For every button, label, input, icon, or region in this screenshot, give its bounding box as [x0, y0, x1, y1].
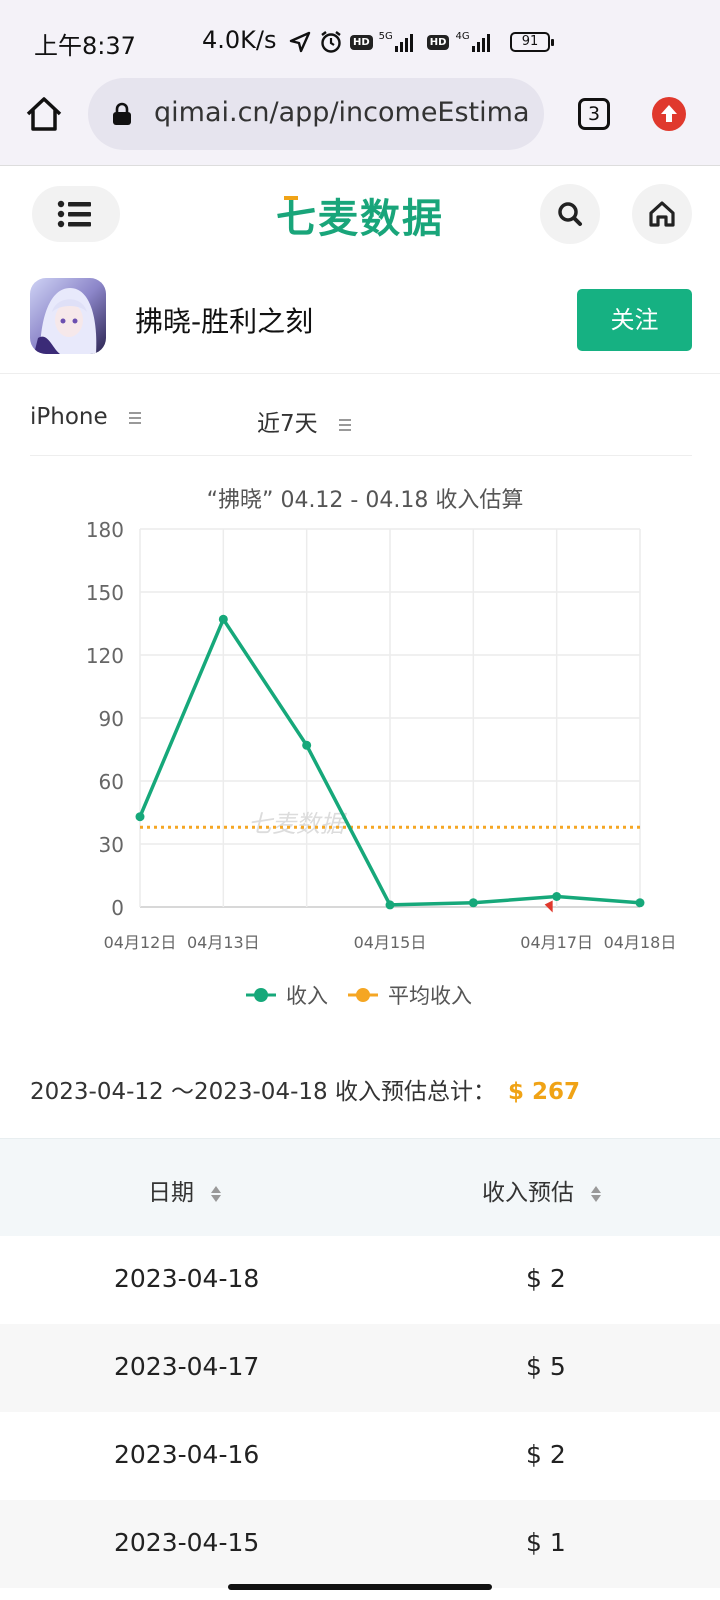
income-point[interactable]	[302, 740, 312, 750]
sort-icon	[211, 1185, 222, 1202]
sort-icon	[591, 1185, 602, 1202]
x-tick-label: 04月13日	[187, 933, 260, 952]
y-tick-label: 150	[86, 581, 124, 605]
upgrade-icon[interactable]	[652, 97, 686, 131]
table-row: 2023-04-18 $ 2	[0, 1236, 720, 1324]
home-icon	[649, 201, 675, 227]
income-point[interactable]	[218, 614, 228, 624]
income-point[interactable]	[635, 898, 645, 908]
income-table: 日期 收入预估 2023-04-18 $ 2 2023-04-17 $ 5 20…	[0, 1138, 720, 1588]
y-tick-label: 90	[99, 707, 124, 731]
column-income-label: 收入预估	[482, 1180, 574, 1206]
address-bar[interactable]: qimai.cn/app/incomeEstima	[88, 78, 544, 150]
status-icons: HD 5G HD 4G	[288, 28, 490, 56]
app-info-row: 拂晓-胜利之刻 关注	[0, 270, 720, 374]
x-tick-label: 04月18日	[604, 933, 677, 952]
table-row: 2023-04-16 $ 2	[0, 1412, 720, 1500]
range-filter-label: 近7天	[257, 411, 318, 437]
filter-bar: iPhone 近7天	[30, 382, 692, 456]
income-total-label: 2023-04-12 ～2023-04-18 收入预估总计：	[30, 1079, 496, 1105]
income-chart: “拂晓” 04.12 - 04.18 收入估算 0 30 60 90 120 150 180…	[0, 470, 720, 1050]
menu-icon	[57, 200, 91, 228]
x-tick-label: 04月15日	[354, 933, 427, 952]
column-date-label: 日期	[148, 1180, 194, 1206]
menu-button[interactable]	[32, 186, 120, 242]
column-date-header[interactable]: 日期	[148, 1173, 222, 1207]
net-type-5g: 5G	[378, 30, 393, 42]
list-icon	[338, 416, 351, 434]
income-point[interactable]	[468, 898, 478, 908]
table-row: 2023-04-17 $ 5	[0, 1324, 720, 1412]
hd-badge-2: HD	[426, 34, 450, 50]
range-filter[interactable]: 近7天	[257, 404, 351, 438]
device-filter-label: iPhone	[30, 404, 108, 430]
search-icon	[558, 202, 582, 226]
legend-item[interactable]: 平均收入	[348, 984, 472, 1008]
battery-icon: 91	[510, 32, 554, 52]
y-tick-label: 180	[86, 518, 124, 542]
chart-title: “拂晓” 04.12 - 04.18 收入估算	[207, 488, 524, 513]
legend-label: 平均收入	[388, 984, 472, 1008]
site-logo[interactable]: 七麦数据	[276, 186, 444, 244]
signal-5g-icon	[394, 32, 413, 52]
status-bar: 上午8:37 4.0K/s HD 5G HD 4G 91	[0, 0, 720, 78]
hd-badge-1: HD	[350, 34, 373, 50]
browser-home-icon[interactable]	[22, 92, 66, 136]
net-type-4g: 4G	[455, 30, 470, 42]
url-text[interactable]: qimai.cn/app/incomeEstima	[154, 97, 530, 128]
legend-marker	[356, 988, 370, 1002]
row-income: $ 5	[526, 1352, 566, 1381]
income-total-value: $ 267	[507, 1079, 580, 1105]
home-indicator[interactable]	[228, 1584, 492, 1590]
row-income: $ 2	[526, 1264, 566, 1293]
lock-icon	[113, 102, 131, 125]
income-point[interactable]	[385, 900, 395, 910]
table-header: 日期 收入预估	[0, 1138, 720, 1236]
row-date: 2023-04-15	[114, 1528, 260, 1557]
income-chart-svg: “拂晓” 04.12 - 04.18 收入估算 0 30 60 90 120 150 180…	[86, 488, 677, 1008]
chart-watermark: 七麦数据	[248, 810, 347, 838]
legend-item[interactable]: 收入	[246, 984, 328, 1008]
device-filter[interactable]: iPhone	[30, 404, 141, 430]
y-tick-label: 30	[99, 833, 124, 857]
logo-mark	[284, 196, 298, 200]
network-speed: 4.0K/s	[202, 26, 277, 54]
search-button[interactable]	[540, 184, 600, 244]
row-date: 2023-04-18	[114, 1264, 260, 1293]
tabs-count-button[interactable]: 3	[578, 98, 610, 130]
x-tick-label: 04月12日	[104, 933, 177, 952]
list-icon	[128, 409, 141, 427]
signal-4g-icon	[471, 32, 490, 52]
alarm-icon	[321, 31, 341, 53]
row-income: $ 1	[526, 1528, 566, 1557]
income-point[interactable]	[135, 812, 145, 822]
y-tick-label: 60	[99, 770, 124, 794]
status-time: 上午8:37	[34, 32, 136, 60]
y-tick-label: 120	[86, 644, 124, 668]
income-point[interactable]	[552, 892, 562, 901]
follow-button[interactable]: 关注	[577, 289, 692, 351]
row-date: 2023-04-16	[114, 1440, 260, 1469]
browser-toolbar: qimai.cn/app/incomeEstima 3	[0, 78, 720, 166]
legend-marker	[254, 988, 268, 1002]
app-name: 拂晓-胜利之刻	[135, 305, 314, 338]
table-row: 2023-04-15 $ 1	[0, 1500, 720, 1588]
y-tick-label: 0	[111, 896, 124, 920]
income-total: 2023-04-12 ～2023-04-18 收入预估总计： $ 267	[30, 1072, 580, 1106]
row-date: 2023-04-17	[114, 1352, 260, 1381]
navigation-icon	[289, 31, 311, 53]
row-income: $ 2	[526, 1440, 566, 1469]
x-tick-label: 04月17日	[520, 933, 593, 952]
site-home-button[interactable]	[632, 184, 692, 244]
site-header: 七麦数据	[0, 166, 720, 262]
legend-label: 收入	[286, 984, 328, 1008]
app-icon[interactable]	[30, 278, 106, 354]
column-income-header[interactable]: 收入预估	[482, 1173, 602, 1207]
